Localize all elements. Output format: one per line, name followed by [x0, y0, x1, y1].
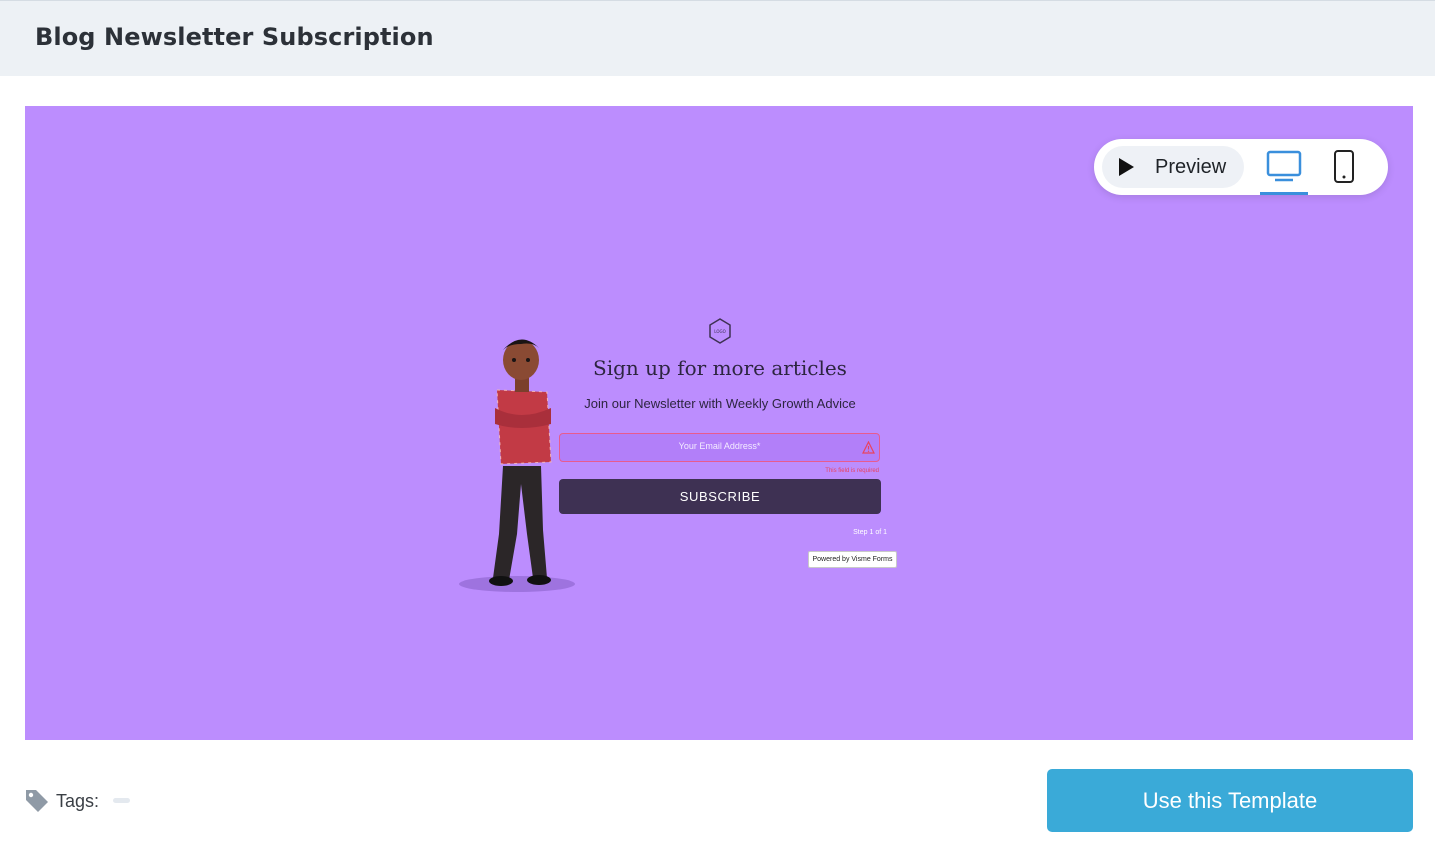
mobile-view-button[interactable]	[1330, 149, 1360, 185]
logo-icon: LOGO	[709, 318, 731, 344]
play-icon	[1119, 158, 1134, 176]
preview-toolbar: Preview	[1094, 139, 1388, 195]
tag-icon	[26, 790, 48, 812]
tag-chip[interactable]	[113, 798, 130, 803]
use-template-button[interactable]: Use this Template	[1047, 769, 1413, 832]
form-preview: LOGO Sign up for more articles Join our …	[25, 106, 1413, 740]
character-illustration	[459, 339, 575, 592]
page-title: Blog Newsletter Subscription	[35, 23, 434, 51]
warning-icon	[862, 441, 875, 454]
mobile-icon	[1334, 150, 1354, 183]
subscribe-button[interactable]: SUBSCRIBE	[559, 479, 881, 514]
preview-label: Preview	[1155, 156, 1227, 178]
email-error-text: This field is required	[825, 468, 879, 474]
email-placeholder: Your Email Address*	[678, 441, 761, 451]
template-preview-canvas: LOGO Sign up for more articles Join our …	[25, 106, 1413, 740]
preview-button[interactable]: Preview	[1102, 146, 1244, 188]
desktop-icon	[1266, 150, 1302, 182]
email-field[interactable]: Your Email Address*	[559, 433, 880, 462]
active-device-indicator	[1260, 192, 1308, 195]
desktop-view-button[interactable]	[1260, 149, 1308, 195]
powered-by-badge[interactable]: Powered by Visme Forms	[808, 551, 897, 568]
header-bar: Blog Newsletter Subscription	[0, 0, 1435, 76]
step-indicator: Step 1 of 1	[853, 529, 887, 536]
svg-text:LOGO: LOGO	[714, 329, 725, 334]
tags-label: Tags:	[56, 791, 100, 811]
